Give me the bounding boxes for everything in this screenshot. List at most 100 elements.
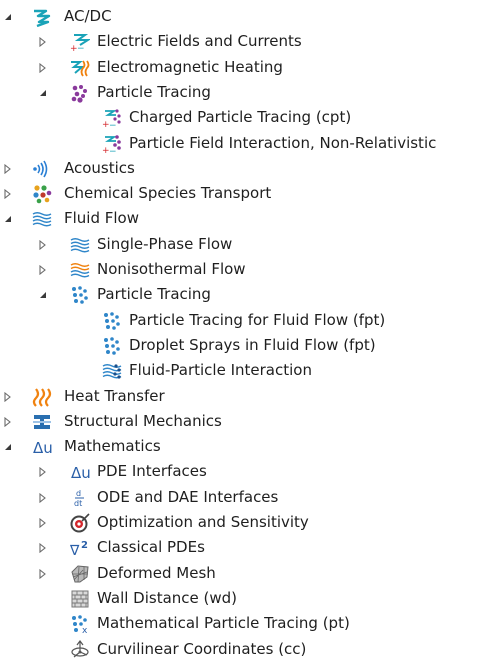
tree-item-label: Fluid Flow: [64, 209, 139, 228]
collapsed-arrow-icon[interactable]: [2, 181, 14, 206]
expanded-arrow-icon[interactable]: [37, 80, 49, 105]
tree-item-label: ODE and DAE Interfaces: [97, 487, 279, 506]
structural-mechanics-icon: [32, 412, 52, 432]
collapsed-arrow-icon[interactable]: [37, 485, 49, 510]
electric-fields-icon: + −: [70, 32, 90, 52]
tree-item[interactable]: Chemical Species Transport: [0, 181, 477, 206]
single-phase-flow-icon: [70, 235, 90, 255]
expanded-arrow-icon[interactable]: [2, 434, 14, 459]
fluid-particle-interaction-icon: [102, 361, 122, 381]
chemical-species-icon: [32, 184, 52, 204]
svg-text:Δu: Δu: [71, 464, 91, 482]
tree-item[interactable]: + − Electric Fields and Currents: [0, 29, 477, 54]
tree-item-label: Particle Field Interaction, Non-Relativi…: [129, 133, 437, 152]
collapsed-arrow-icon[interactable]: [37, 257, 49, 282]
curvilinear-coordinates-icon: [70, 639, 90, 660]
tree-item-label: Particle Tracing: [97, 82, 211, 101]
tree-item-label: Classical PDEs: [97, 538, 205, 557]
tree-item[interactable]: Curvilinear Coordinates (cc): [0, 637, 477, 662]
tree-item-label: Heat Transfer: [64, 386, 165, 405]
tree-item[interactable]: Δu Mathematics: [0, 434, 477, 459]
optimization-icon: [70, 513, 90, 533]
tree-item[interactable]: ∇ 2 Classical PDEs: [0, 535, 477, 560]
tree-item-label: Droplet Sprays in Fluid Flow (fpt): [129, 335, 376, 354]
tree-item[interactable]: Wall Distance (wd): [0, 586, 477, 611]
tree-item[interactable]: + − Charged Particle Tracing (cpt): [0, 105, 477, 130]
svg-text:x: x: [82, 626, 88, 634]
electromagnetic-heating-icon: [70, 58, 90, 78]
tree-item[interactable]: Deformed Mesh: [0, 561, 477, 586]
wall-distance-icon: [70, 589, 90, 609]
particle-tracing-icon: [70, 83, 90, 103]
collapsed-arrow-icon[interactable]: [37, 459, 49, 484]
tree-item[interactable]: Particle Tracing for Fluid Flow (fpt): [0, 308, 477, 333]
collapsed-arrow-icon[interactable]: [2, 409, 14, 434]
tree-item[interactable]: Electromagnetic Heating: [0, 55, 477, 80]
ode-dae-icon: d dt: [70, 488, 90, 508]
tree-item[interactable]: Particle Tracing: [0, 80, 477, 105]
acoustics-icon: [32, 159, 52, 179]
expanded-arrow-icon[interactable]: [2, 206, 14, 231]
svg-text:dt: dt: [74, 499, 82, 508]
deformed-mesh-icon: [70, 564, 90, 584]
collapsed-arrow-icon[interactable]: [37, 29, 49, 54]
tree-item[interactable]: Δu PDE Interfaces: [0, 459, 477, 484]
tree-item-label: Mathematics: [64, 437, 161, 456]
expanded-arrow-icon[interactable]: [37, 282, 49, 307]
tree-item-label: Chemical Species Transport: [64, 184, 272, 203]
tree-item[interactable]: Optimization and Sensitivity: [0, 510, 477, 535]
tree-item[interactable]: Fluid-Particle Interaction: [0, 358, 477, 383]
droplet-sprays-icon: [102, 336, 122, 356]
tree-item-label: Deformed Mesh: [97, 563, 216, 582]
tree-item-label: Charged Particle Tracing (cpt): [129, 108, 352, 127]
svg-text:2: 2: [81, 540, 88, 551]
charged-particle-icon: + −: [102, 108, 122, 128]
svg-text:−: −: [109, 121, 117, 128]
math-particle-tracing-icon: x: [70, 614, 90, 634]
tree-item[interactable]: Particle Tracing: [0, 282, 477, 307]
heat-transfer-icon: [32, 387, 52, 407]
fluid-flow-icon: [32, 209, 52, 229]
tree-item[interactable]: Heat Transfer: [0, 384, 477, 409]
tree-item-label: Optimization and Sensitivity: [97, 513, 309, 531]
collapsed-arrow-icon[interactable]: [37, 561, 49, 586]
collapsed-arrow-icon[interactable]: [37, 535, 49, 560]
physics-tree: AC/DC + − Electric Fields and Currents Elect…: [0, 0, 477, 664]
collapsed-arrow-icon[interactable]: [37, 510, 49, 535]
svg-text:Δu: Δu: [33, 439, 53, 457]
svg-text:−: −: [109, 147, 117, 154]
tree-item-label: Electromagnetic Heating: [97, 57, 283, 76]
collapsed-arrow-icon[interactable]: [37, 232, 49, 257]
svg-text:∇: ∇: [70, 543, 80, 558]
tree-item-label: Single-Phase Flow: [97, 234, 233, 253]
tree-item[interactable]: d dt ODE and DAE Interfaces: [0, 485, 477, 510]
fluid-particle-tracing-icon: [102, 311, 122, 331]
collapsed-arrow-icon[interactable]: [2, 384, 14, 409]
tree-item-label: Mathematical Particle Tracing (pt): [97, 614, 350, 633]
tree-item[interactable]: Single-Phase Flow: [0, 232, 477, 257]
tree-item-label: Nonisothermal Flow: [97, 260, 246, 278]
tree-item[interactable]: + − Particle Field Interaction, Non-Relati…: [0, 131, 477, 156]
svg-text:−: −: [77, 44, 85, 52]
tree-item[interactable]: Droplet Sprays in Fluid Flow (fpt): [0, 333, 477, 358]
expanded-arrow-icon[interactable]: [2, 4, 14, 29]
tree-item[interactable]: Nonisothermal Flow: [0, 257, 477, 282]
tree-item-label: Wall Distance (wd): [97, 588, 238, 607]
tree-item-label: Acoustics: [64, 158, 135, 177]
nonisothermal-flow-icon: [70, 260, 90, 280]
classical-pdes-icon: ∇ 2: [70, 538, 90, 558]
tree-item-label: AC/DC: [64, 7, 112, 25]
svg-text:d: d: [76, 489, 81, 498]
collapsed-arrow-icon[interactable]: [2, 156, 14, 181]
tree-item[interactable]: Fluid Flow: [0, 206, 477, 231]
tree-item-label: Curvilinear Coordinates (cc): [97, 639, 307, 658]
tree-item-label: Particle Tracing: [97, 285, 211, 304]
tree-item-label: PDE Interfaces: [97, 462, 207, 481]
tree-item[interactable]: Acoustics: [0, 156, 477, 181]
tree-item[interactable]: AC/DC: [0, 4, 477, 29]
tree-item-label: Fluid-Particle Interaction: [129, 361, 312, 380]
tree-item[interactable]: x Mathematical Particle Tracing (pt): [0, 611, 477, 636]
tree-item[interactable]: Structural Mechanics: [0, 409, 477, 434]
collapsed-arrow-icon[interactable]: [37, 55, 49, 80]
particle-field-interaction-icon: + −: [102, 134, 122, 154]
